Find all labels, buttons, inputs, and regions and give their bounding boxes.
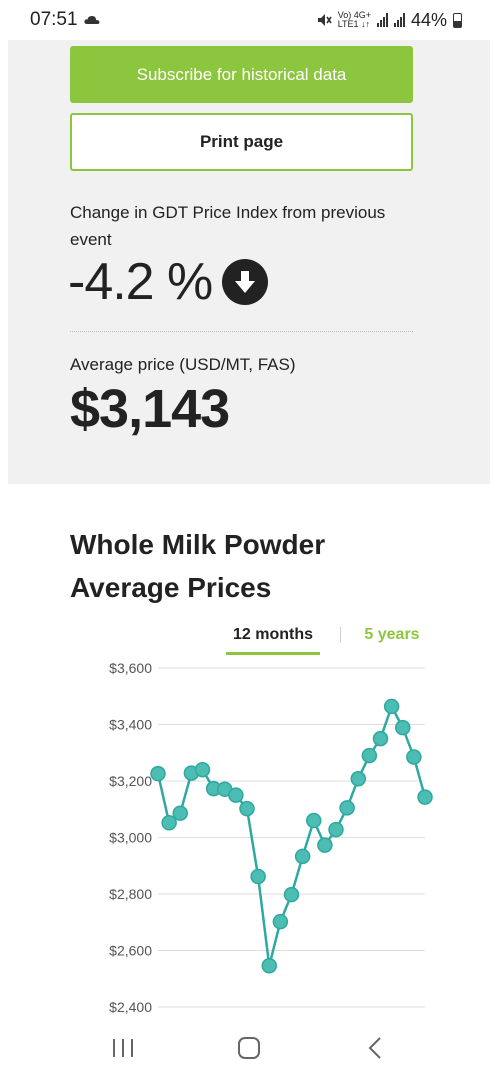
data-point[interactable] [406,749,422,765]
data-point[interactable] [194,761,211,778]
data-point[interactable] [395,719,411,736]
data-point[interactable] [228,787,244,803]
status-right: Vo) 4G+ LTE1 ↓↑ 44% [316,10,462,31]
data-point[interactable] [372,730,389,747]
data-point[interactable] [361,747,378,764]
battery-icon [453,12,462,28]
home-icon[interactable] [224,1028,274,1068]
signal-icon-2 [393,13,405,27]
data-point[interactable] [283,886,300,903]
average-price-label: Average price (USD/MT, FAS) [70,355,296,374]
data-point[interactable] [150,765,166,782]
data-point[interactable] [383,698,400,715]
recent-apps-icon[interactable] [98,1028,148,1068]
average-price-value: $3,143 [70,379,230,439]
subscribe-button[interactable]: Subscribe for historical data [70,46,413,103]
navigation-bar [0,1015,498,1080]
status-left: 07:51 [30,9,100,31]
data-point[interactable] [417,789,433,805]
y-tick-label: $2,800 [109,886,152,902]
data-point[interactable] [306,812,322,829]
tab-5-years[interactable]: 5 years [356,625,428,645]
data-point[interactable] [272,913,289,930]
signal-icon [376,13,388,27]
clock: 07:51 [30,9,78,30]
data-point[interactable] [250,868,266,885]
data-point[interactable] [328,821,344,838]
price-index-change-value: -4.2 % [68,253,213,311]
battery-percent: 44% [410,9,447,30]
y-tick-label: $3,400 [109,717,152,733]
y-tick-label: $2,600 [109,943,152,959]
data-point[interactable] [239,800,255,817]
arrow-down-circle-icon [222,259,269,305]
back-icon[interactable] [350,1028,400,1068]
data-point[interactable] [317,837,333,853]
y-tick-label: $3,200 [109,773,152,789]
price-index-change: -4.2 % [68,252,269,312]
cloud-icon [83,16,100,24]
status-bar: 07:51 Vo) 4G+ LTE1 ↓↑ 44% [0,0,498,40]
divider [70,331,413,332]
mute-icon [317,14,332,26]
data-point[interactable] [172,805,188,821]
print-page-button[interactable]: Print page [70,113,413,171]
y-tick-label: $2,400 [109,999,152,1015]
data-point[interactable] [350,770,366,787]
y-tick-label: $3,000 [109,830,152,846]
tab-separator [340,627,341,643]
y-tick-label: $3,600 [109,660,152,676]
price-line-chart: $3,600 $3,400 $3,200 $3,000 $2,800 $2,600 $2,4… [109,660,433,1015]
chart-title: Whole Milk Powder Average Prices [70,529,326,603]
price-index-change-label: Change in GDT Price Index from previous … [70,203,386,249]
series-line [156,703,427,967]
data-point[interactable] [161,815,177,831]
data-point[interactable] [339,800,355,816]
data-point[interactable] [294,848,311,865]
network-type: Vo) 4G+ LTE1 ↓↑ [337,10,371,29]
data-point[interactable] [261,958,277,974]
